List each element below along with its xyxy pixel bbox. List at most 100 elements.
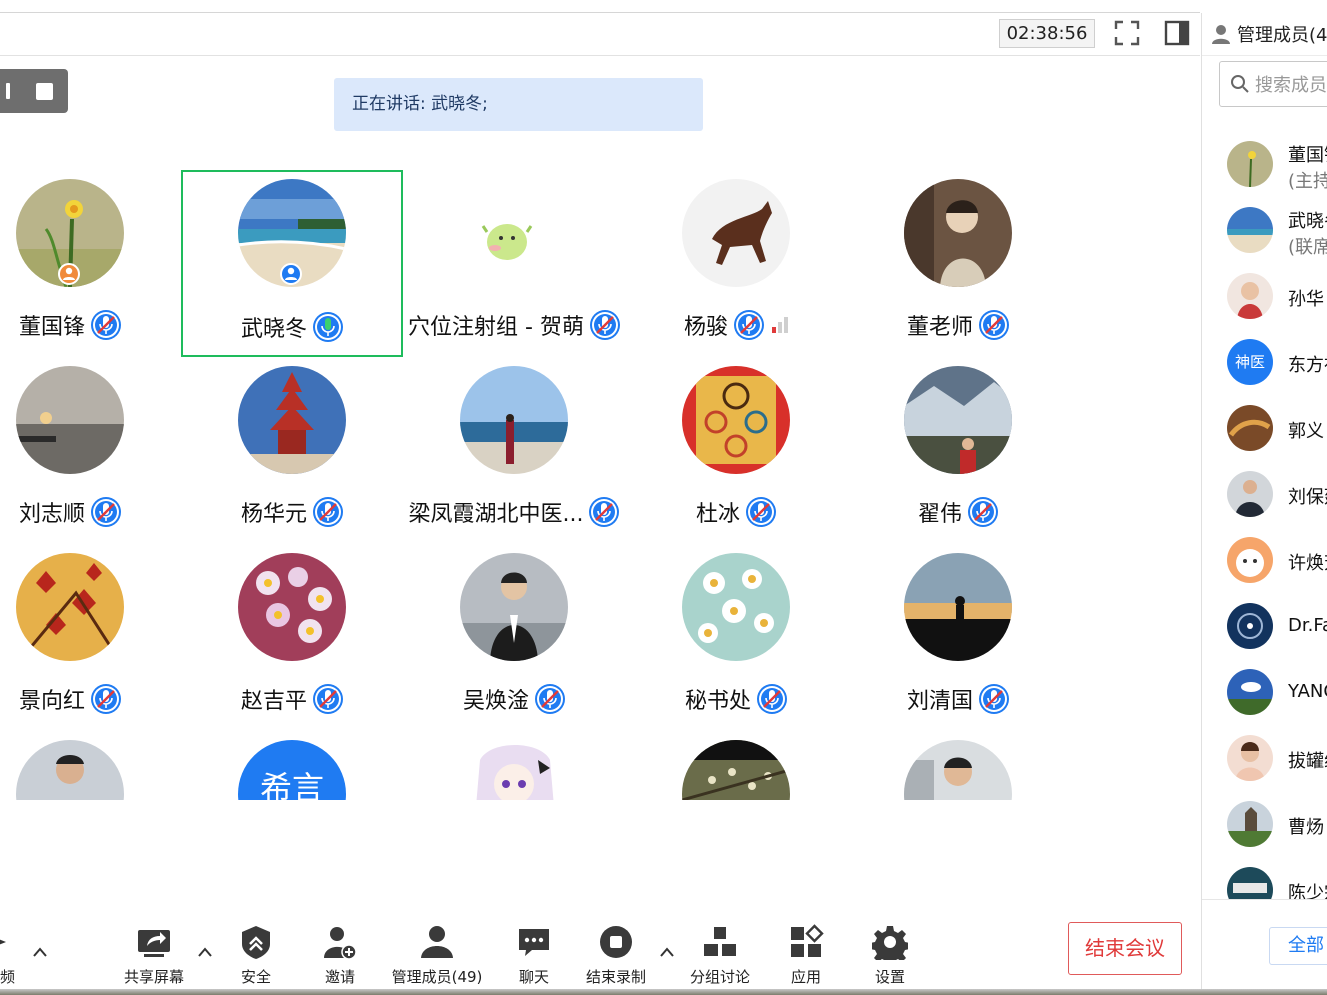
signal-weak-icon — [772, 317, 788, 333]
mic-muted-icon — [313, 497, 343, 527]
participant-tile[interactable]: 杨骏 — [625, 170, 847, 357]
mic-muted-icon — [91, 310, 121, 340]
participant-tile[interactable]: 刘志顺 — [0, 357, 181, 544]
video-button[interactable]: 视频 — [0, 924, 22, 987]
share-options-chevron-icon[interactable] — [197, 946, 213, 958]
member-item[interactable]: 陈少宗 — [1227, 859, 1327, 899]
avatar — [1227, 405, 1273, 451]
side-panel-icon[interactable] — [1163, 19, 1191, 47]
member-item[interactable]: 董国锋 (主持 — [1227, 133, 1327, 193]
members-icon — [388, 924, 486, 960]
end-recording-button[interactable]: 结束录制 — [582, 924, 650, 987]
avatar — [481, 218, 533, 262]
avatar — [238, 553, 346, 661]
settings-button[interactable]: 设置 — [868, 924, 912, 987]
mic-active-icon — [313, 312, 343, 342]
fullscreen-icon[interactable] — [1113, 19, 1141, 47]
stop-recording-icon — [582, 924, 650, 960]
avatar — [682, 366, 790, 474]
member-item[interactable]: 刘保延 — [1227, 463, 1327, 523]
participant-tile[interactable]: 董国锋 — [0, 170, 181, 357]
view-control[interactable] — [0, 69, 68, 113]
stop-icon[interactable] — [36, 83, 53, 100]
member-item[interactable]: 许焕芳 — [1227, 529, 1327, 589]
avatar — [904, 366, 1012, 474]
participant-tile-active[interactable]: 武晓冬 — [181, 170, 403, 357]
member-item[interactable]: 曹炀 — [1227, 793, 1327, 853]
avatar — [460, 740, 568, 800]
avatar — [16, 740, 124, 800]
participant-tile[interactable]: 董老师 — [847, 170, 1069, 357]
participant-name: 翟伟 — [917, 502, 962, 527]
mic-muted-icon — [91, 497, 121, 527]
avatar — [1227, 735, 1273, 781]
participant-tile[interactable]: 穴位注射组 - 贺萌 — [403, 170, 625, 357]
mic-muted-icon — [91, 684, 121, 714]
member-panel-title: 管理成员(49 — [1237, 25, 1327, 46]
chat-button[interactable]: 聊天 — [512, 924, 556, 987]
avatar — [238, 366, 346, 474]
participant-tile[interactable]: 秘书处 — [625, 544, 847, 731]
member-list: 董国锋 (主持 武晓冬 (联席 孙华 神医 东方神 郭义 刘 — [1202, 133, 1327, 899]
user-icon — [1212, 25, 1230, 44]
participant-tile[interactable] — [403, 731, 625, 800]
participant-tile[interactable]: 刘清国 — [847, 544, 1069, 731]
breakout-icon — [686, 924, 754, 960]
avatar — [16, 553, 124, 661]
breakout-rooms-button[interactable]: 分组讨论 — [686, 924, 754, 987]
security-button[interactable]: 安全 — [234, 924, 278, 987]
participant-tile[interactable]: 杜冰 — [625, 357, 847, 544]
avatar — [460, 553, 568, 661]
member-item[interactable]: YANG — [1227, 661, 1327, 721]
share-screen-button[interactable]: 共享屏幕 — [114, 924, 194, 987]
member-item[interactable]: 神医 东方神 — [1227, 331, 1327, 391]
participant-name: 穴位注射组 - 贺萌 — [408, 315, 584, 340]
avatar — [1227, 867, 1273, 899]
participant-tile[interactable]: 梁凤霞湖北中医... — [403, 357, 625, 544]
cohost-badge-icon — [280, 263, 302, 285]
avatar — [16, 366, 124, 474]
participant-tile[interactable] — [847, 731, 1069, 800]
member-panel: 管理成员(49 搜索成员 董国锋 (主持 武晓冬 (联席 孙华 神医 — [1201, 13, 1327, 989]
participant-name: 赵吉平 — [240, 689, 307, 714]
participant-tile[interactable]: 希言 — [181, 731, 403, 800]
end-meeting-button[interactable]: 结束会议 — [1068, 922, 1182, 975]
mute-all-button[interactable]: 全部 — [1269, 927, 1327, 965]
mic-muted-icon — [589, 310, 620, 340]
meeting-window: 02:38:56 正在讲话: 武晓冬; 董国锋 武晓冬 穴位注射组 - 贺萌 杨… — [0, 0, 1327, 995]
avatar — [1227, 471, 1273, 517]
shield-icon — [234, 924, 278, 960]
participant-name: 董国锋 — [18, 315, 85, 340]
search-placeholder: 搜索成员 — [1255, 75, 1327, 96]
manage-members-button[interactable]: 管理成员(49) — [388, 924, 486, 987]
participant-tile[interactable]: 吴焕淦 — [403, 544, 625, 731]
recording-options-chevron-icon[interactable] — [659, 946, 675, 958]
participant-tile[interactable]: 景向红 — [0, 544, 181, 731]
member-item[interactable]: 郭义 — [1227, 397, 1327, 457]
mic-muted-icon — [979, 684, 1009, 714]
member-item[interactable]: 武晓冬 (联席 — [1227, 199, 1327, 259]
member-search-input[interactable]: 搜索成员 — [1219, 61, 1327, 107]
participant-name: 杨华元 — [240, 502, 307, 527]
participant-tile[interactable]: 翟伟 — [847, 357, 1069, 544]
video-options-chevron-icon[interactable] — [32, 946, 48, 958]
participant-tile[interactable]: 杨华元 — [181, 357, 403, 544]
participant-tile[interactable]: 赵吉平 — [181, 544, 403, 731]
member-item[interactable]: 拔罐组 — [1227, 727, 1327, 787]
participant-name: 吴焕淦 — [462, 689, 529, 714]
avatar — [1227, 669, 1273, 715]
participant-name: 刘清国 — [906, 689, 973, 714]
participant-tile[interactable] — [625, 731, 847, 800]
member-item[interactable]: 孙华 — [1227, 265, 1327, 325]
member-panel-footer: 全部 — [1202, 899, 1327, 989]
chat-icon — [512, 924, 556, 960]
invite-button[interactable]: 邀请 — [318, 924, 362, 987]
member-item[interactable]: Dr.Fang — [1227, 595, 1327, 655]
member-panel-header: 管理成员(49 — [1202, 13, 1327, 56]
avatar — [1227, 801, 1273, 847]
apps-button[interactable]: 应用 — [784, 924, 828, 987]
participant-tile[interactable] — [0, 731, 181, 800]
mic-muted-icon — [734, 310, 764, 340]
mic-muted-icon — [746, 497, 776, 527]
mic-muted-icon — [979, 310, 1009, 340]
